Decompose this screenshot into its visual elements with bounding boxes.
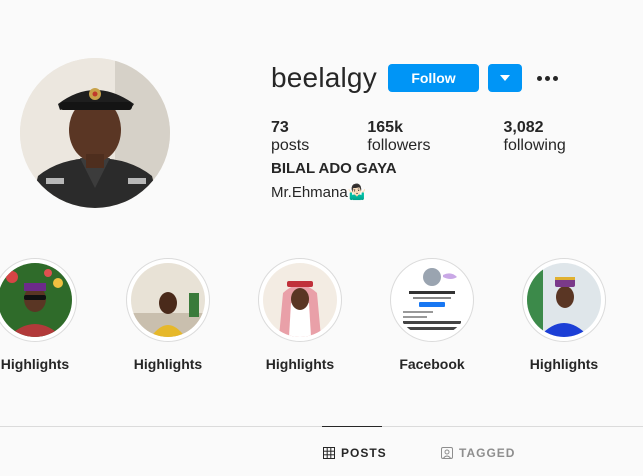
grid-icon [323,447,335,459]
followers-count: 165k [367,119,403,136]
profile-avatar[interactable] [20,58,170,208]
tab-tagged[interactable]: TAGGED [441,446,515,460]
tab-tagged-label: TAGGED [459,446,516,460]
highlight-thumbnail [395,263,469,337]
highlight-thumbnail [527,263,601,337]
caret-down-icon [500,75,510,81]
highlight-label: Highlights [529,356,599,372]
tagged-icon [441,447,453,459]
suggestions-dropdown-button[interactable] [488,64,522,92]
highlight-label: Highlights [133,356,203,372]
highlight-thumbnail [0,263,72,337]
highlight-item[interactable]: Highlights [123,258,213,372]
highlight-ring [522,258,606,342]
highlight-label: Highlights [265,356,335,372]
username: beelalgy [271,62,377,93]
more-options-icon[interactable] [534,68,560,88]
posts-label: posts [271,137,310,154]
profile-stats: 73 posts 165k followers 3,082 following [271,119,643,155]
bio: Mr.Ehmana🤷🏻‍♂ [271,184,367,201]
posts-stat: 73 posts [271,119,327,155]
followers-label: followers [367,137,431,154]
highlight-ring [126,258,210,342]
highlight-label: Facebook [399,356,465,372]
highlight-thumbnail [263,263,337,337]
highlight-label: Highlights [0,356,70,372]
highlight-item[interactable]: Highlights [0,258,80,372]
full-name: BILAL ADO GAYA [271,160,397,177]
highlight-item[interactable]: Facebook [387,258,477,372]
follow-button[interactable]: Follow [388,64,479,92]
highlight-ring [258,258,342,342]
tab-posts[interactable]: POSTS [323,446,387,460]
avatar-photo [20,58,170,208]
highlight-ring [0,258,77,342]
highlight-thumbnail [131,263,205,337]
highlight-item[interactable]: Highlights [255,258,345,372]
posts-count: 73 [271,119,289,136]
following-stat[interactable]: 3,082 following [504,119,603,155]
tab-posts-label: POSTS [341,446,387,460]
followers-stat[interactable]: 165k followers [367,119,463,155]
active-tab-indicator [322,426,382,427]
following-label: following [503,137,566,154]
highlight-item[interactable]: Highlights [519,258,609,372]
following-count: 3,082 [503,119,544,136]
highlight-ring [390,258,474,342]
